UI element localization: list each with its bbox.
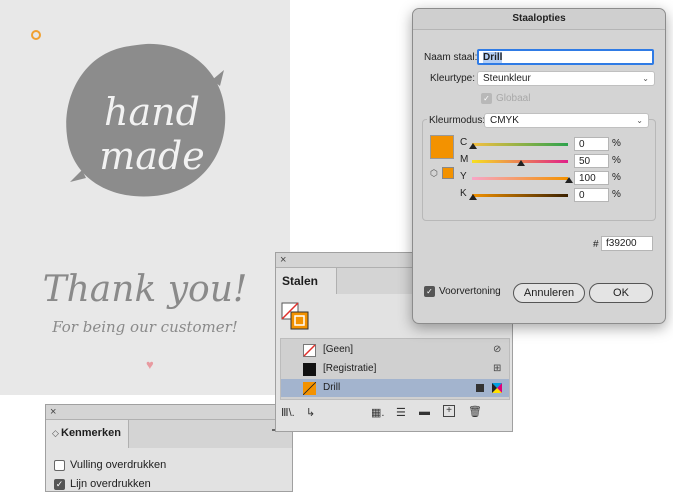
swatch-name: [Registratie] (323, 363, 377, 374)
no-print-icon: ⊘ (493, 344, 502, 355)
channel-c-value: 0 (579, 139, 585, 150)
registration-icon: ⊞ (493, 363, 502, 374)
tab-stalen[interactable]: Stalen (276, 268, 337, 294)
percent-sign: % (612, 189, 621, 200)
channel-y-thumb[interactable] (565, 177, 573, 183)
channel-c-input[interactable]: 0 (574, 137, 609, 151)
channel-m-input[interactable]: 50 (574, 154, 609, 168)
spot-color-icon (476, 384, 484, 392)
channel-k-slider[interactable] (472, 194, 568, 197)
import-icon[interactable]: ↳ (306, 406, 315, 419)
kenmerken-close-button[interactable]: × (50, 406, 56, 418)
swatch-name: Drill (323, 382, 341, 393)
tab-kenmerken-label: Kenmerken (61, 427, 121, 439)
chevron-down-icon: ⌄ (642, 74, 649, 83)
lijn-overdrukken-label: Lijn overdrukken (70, 478, 151, 490)
channel-c-thumb[interactable] (469, 143, 477, 149)
channel-c-label: C (460, 137, 468, 148)
globaal-label: Globaal (496, 93, 531, 104)
channel-k-thumb[interactable] (469, 194, 477, 200)
tab-stalen-label: Stalen (282, 274, 319, 288)
naam-staal-label: Naam staal: (424, 52, 478, 63)
heart-icon: ♥ (146, 357, 154, 372)
artwork-made-text: made (99, 134, 205, 178)
registration-swatch-icon (303, 363, 316, 376)
hex-input[interactable]: f39200 (601, 236, 653, 251)
kleurmodus-label: Kleurmodus: (427, 115, 488, 126)
channel-y-value: 100 (579, 173, 596, 184)
globaal-checkbox[interactable]: ✓ Globaal (481, 93, 530, 104)
channel-m-thumb[interactable] (517, 160, 525, 166)
checkbox-unchecked-icon (54, 459, 65, 471)
channel-c-slider[interactable] (472, 143, 568, 146)
fill-stroke-proxy[interactable] (281, 302, 311, 332)
naam-staal-input[interactable]: Drill (477, 49, 654, 65)
swatch-row-drill[interactable]: Drill (281, 379, 509, 397)
artwork-subtitle-text: For being our customer! (52, 318, 238, 336)
library-icon[interactable]: Ⅲ\. (281, 406, 295, 419)
hex-value: f39200 (606, 238, 637, 249)
staalopties-dialog: Staalopties Naam staal: Drill Kleurtype:… (412, 8, 666, 324)
gamut-swatch[interactable] (442, 167, 454, 179)
color-group-box (422, 119, 656, 221)
dialog-title: Staalopties (512, 13, 566, 24)
tab-kenmerken[interactable]: ◇ Kenmerken (46, 420, 129, 448)
kleurtype-select[interactable]: Steunkleur ⌄ (477, 71, 655, 86)
swatch-row-registratie[interactable]: [Registratie] ⊞ (281, 360, 509, 378)
kleurtype-label: Kleurtype: (430, 73, 476, 84)
channel-y-slider[interactable] (472, 177, 568, 180)
kleurmodus-select[interactable]: CMYK ⌄ (484, 113, 649, 128)
swatch-name: [Geen] (323, 344, 354, 355)
tab-diamond-icon: ◇ (52, 428, 59, 438)
channel-k-label: K (460, 188, 467, 199)
folder-icon[interactable]: ▬ (419, 406, 430, 418)
vulling-overdrukken-checkbox[interactable]: Vulling overdrukken (54, 458, 166, 472)
document-artwork: hand made Thank you! For being our custo… (0, 0, 290, 395)
color-preview-swatch (430, 135, 454, 159)
none-swatch-icon (303, 344, 316, 357)
voorvertoning-label: Voorvertoning (439, 286, 501, 297)
process-color-icon (492, 383, 502, 393)
channel-k-value: 0 (579, 190, 585, 201)
cancel-button[interactable]: Annuleren (513, 283, 585, 303)
stalen-close-button[interactable]: × (280, 254, 286, 266)
vulling-overdrukken-label: Vulling overdrukken (70, 459, 167, 471)
ok-button[interactable]: OK (589, 283, 653, 303)
artboard-marker-icon (31, 30, 41, 40)
lijn-overdrukken-checkbox[interactable]: ✓ Lijn overdrukken (54, 477, 151, 491)
trash-icon[interactable]: 🗑 (468, 405, 482, 418)
hex-label: # (593, 239, 599, 250)
dialog-titlebar: Staalopties (413, 9, 665, 30)
percent-sign: % (612, 172, 621, 183)
naam-staal-value: Drill (483, 52, 503, 63)
list-icon[interactable]: ☰ (396, 406, 406, 419)
checkbox-checked-icon: ✓ (424, 286, 435, 297)
drill-swatch-icon (303, 382, 316, 395)
grid-icon[interactable]: ▦. (371, 406, 384, 419)
checkbox-checked-icon: ✓ (481, 93, 492, 104)
kleurmodus-value: CMYK (490, 115, 519, 126)
artwork-hand-text: hand (104, 90, 200, 134)
channel-y-input[interactable]: 100 (574, 171, 609, 185)
channel-y-label: Y (460, 171, 467, 182)
percent-sign: % (612, 138, 621, 149)
channel-m-label: M (460, 154, 469, 165)
percent-sign: % (612, 155, 621, 166)
artwork-thank-you-text: Thank you! (42, 269, 248, 310)
chevron-down-icon: ⌄ (636, 116, 643, 125)
swatch-row-geen[interactable]: [Geen] ⊘ (281, 341, 509, 359)
kleurtype-value: Steunkleur (483, 73, 531, 84)
checkbox-checked-icon: ✓ (54, 478, 65, 490)
channel-k-input[interactable]: 0 (574, 188, 609, 202)
voorvertoning-checkbox[interactable]: ✓ Voorvertoning (424, 286, 501, 297)
kenmerken-panel: × ◇ Kenmerken Vulling overdrukken ✓ Lijn… (45, 404, 293, 492)
swatch-list: [Geen] ⊘ [Registratie] ⊞ Drill (280, 338, 510, 400)
cube-warning-icon: ⬡ (430, 168, 438, 178)
channel-m-value: 50 (579, 156, 591, 167)
new-swatch-icon[interactable]: + (443, 405, 455, 417)
